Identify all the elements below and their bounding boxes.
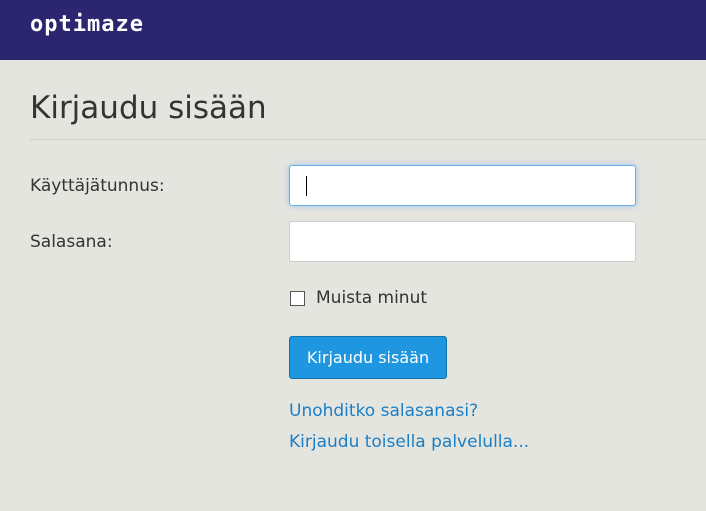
remember-me-label[interactable]: Muista minut xyxy=(316,288,427,308)
forgot-password-link[interactable]: Unohditko salasanasi? xyxy=(289,399,478,423)
password-input[interactable] xyxy=(289,221,636,262)
remember-me-row[interactable]: Muista minut xyxy=(289,286,427,310)
page-title: Kirjaudu sisään xyxy=(30,90,267,126)
top-header-bar: optimaze xyxy=(0,0,706,60)
alternate-login-link[interactable]: Kirjaudu toisella palvelulla... xyxy=(289,430,529,454)
remember-me-checkbox[interactable] xyxy=(290,290,305,306)
username-label: Käyttäjätunnus: xyxy=(30,176,165,196)
password-label: Salasana: xyxy=(30,232,113,252)
username-input[interactable] xyxy=(289,165,636,206)
title-divider xyxy=(30,139,706,140)
optimaze-logo[interactable]: optimaze xyxy=(30,10,144,40)
text-caret xyxy=(306,176,307,196)
login-submit-button[interactable]: Kirjaudu sisään xyxy=(289,336,447,379)
